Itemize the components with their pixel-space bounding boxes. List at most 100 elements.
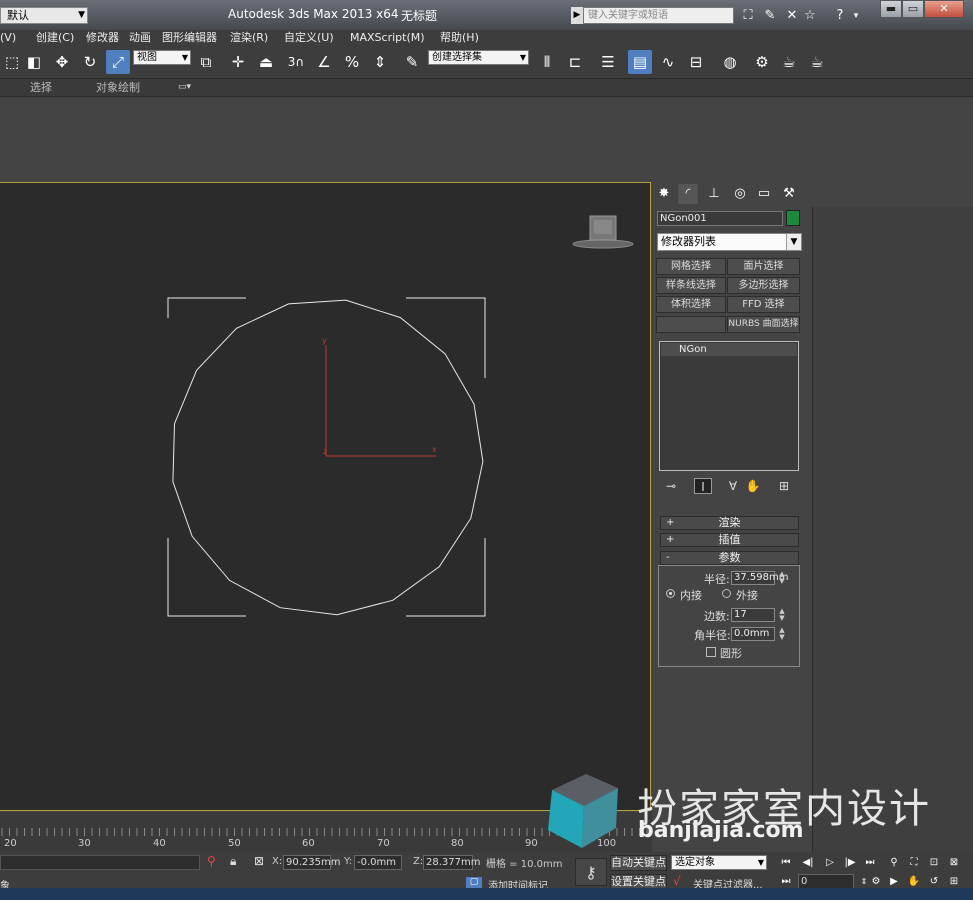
modify-tab-icon[interactable]: ◜ <box>678 184 698 204</box>
key-icon[interactable]: ⚷ <box>575 858 607 886</box>
nurbs-surface-select-button[interactable]: NURBS 曲面选择 <box>727 316 800 333</box>
binoculars-icon[interactable]: ⛶ <box>740 8 756 24</box>
scale-icon[interactable]: ⤢ <box>106 50 130 74</box>
rollout-interpolation[interactable]: + 插值 <box>660 533 799 547</box>
help-dropdown-icon[interactable]: ▾ <box>848 8 864 24</box>
search-expand-icon[interactable]: ▶ <box>571 7 583 24</box>
pin-icon[interactable]: ⚲ <box>207 854 216 868</box>
menu-item-help[interactable]: 帮助(H) <box>440 30 479 46</box>
zoom-all-icon[interactable]: ⛶ <box>906 855 922 871</box>
layer-manager-icon[interactable]: ☰ <box>596 50 620 74</box>
ffd-select-button[interactable]: FFD 选择 <box>727 296 800 313</box>
lock-icon[interactable]: 🔒︎ <box>230 854 236 869</box>
curve-editor-icon[interactable]: ∿ <box>656 50 680 74</box>
spinner-snap-icon[interactable]: ⇕ <box>368 50 392 74</box>
menu-item-animation[interactable]: 动画 <box>129 30 151 46</box>
sides-field[interactable]: 17 <box>731 608 775 622</box>
menu-item-customize[interactable]: 自定义(U) <box>284 30 334 46</box>
graphite-toggle-icon[interactable]: ▤ <box>628 50 652 74</box>
patch-select-button[interactable]: 面片选择 <box>727 258 800 275</box>
keyboard-shortcut-icon[interactable]: ⏏ <box>254 50 278 74</box>
circumscribed-radio[interactable] <box>722 589 731 598</box>
rotate-icon[interactable]: ↻ <box>78 50 102 74</box>
go-to-end-icon[interactable]: ⏭ <box>862 855 878 871</box>
rollout-rendering[interactable]: + 渲染 <box>660 516 799 530</box>
mesh-select-button[interactable]: 网格选择 <box>656 258 726 275</box>
spline-select-button[interactable]: 样条线选择 <box>656 277 726 294</box>
mirror-icon[interactable]: ⫴ <box>535 50 559 74</box>
named-selection-set-select[interactable]: 创建选择集 ▼ <box>428 50 529 65</box>
y-coordinate-field[interactable]: -0.0mm <box>354 855 402 870</box>
edit-named-selection-icon[interactable]: ✎ <box>400 50 424 74</box>
remove-modifier-icon[interactable]: ✋ <box>744 478 762 494</box>
previous-frame-icon[interactable]: ◀| <box>800 855 816 871</box>
configure-modifier-sets-icon[interactable]: ⊞ <box>775 478 793 494</box>
search-input[interactable]: 键入关键字或短语 <box>583 7 734 24</box>
restore-button[interactable]: ▭ <box>902 0 924 18</box>
ribbon-toggle-icon[interactable]: ▭▾ <box>178 82 196 92</box>
menu-item-create[interactable]: 创建(C) <box>36 30 74 46</box>
empty-modifier-button[interactable] <box>656 316 726 333</box>
poly-select-button[interactable]: 多边形选择 <box>727 277 800 294</box>
render-setup-icon[interactable]: ⚙ <box>750 50 774 74</box>
close-button[interactable]: ✕ <box>924 0 964 18</box>
sides-spinner[interactable]: ▲ ▼ <box>777 608 787 622</box>
vol-select-button[interactable]: 体积选择 <box>656 296 726 313</box>
next-frame-icon[interactable]: |▶ <box>842 855 858 871</box>
workspace-select[interactable]: 默认 ▼ <box>0 7 88 24</box>
align-icon[interactable]: ⊏ <box>563 50 587 74</box>
minimize-button[interactable]: ▬ <box>880 0 902 18</box>
zoom-icon[interactable]: ⚲ <box>886 855 902 871</box>
inscribed-radio[interactable] <box>666 589 675 598</box>
modifier-stack[interactable] <box>659 341 799 471</box>
schematic-view-icon[interactable]: ⊟ <box>684 50 708 74</box>
percent-snap-icon[interactable]: % <box>340 50 364 74</box>
wrench-icon[interactable]: ✎ <box>762 8 778 24</box>
show-end-result-icon[interactable]: I <box>694 478 712 494</box>
menu-item-view[interactable]: (V) <box>0 30 16 46</box>
hierarchy-tab-icon[interactable]: ⊥ <box>704 184 724 204</box>
pivot-center-icon[interactable]: ⧉ <box>194 50 218 74</box>
move-icon[interactable]: ✥ <box>50 50 74 74</box>
snaps-toggle-icon[interactable]: 3∩ <box>284 50 308 74</box>
play-icon[interactable]: ▷ <box>822 855 838 871</box>
angle-snap-icon[interactable]: ∠ <box>312 50 336 74</box>
absolute-mode-icon[interactable]: ⊠ <box>254 854 264 868</box>
x-coordinate-field[interactable]: 90.235mm <box>283 855 340 870</box>
maxscript-listener-field[interactable] <box>0 855 200 870</box>
key-mode-select[interactable]: 选定对象 ▼ <box>671 855 767 870</box>
select-region-icon[interactable]: ⬚ <box>0 50 24 74</box>
display-tab-icon[interactable]: ▭ <box>754 184 774 204</box>
ribbon-tab-object-paint[interactable]: 对象绘制 <box>96 79 140 96</box>
pin-stack-icon[interactable]: ⊸ <box>662 478 680 494</box>
create-tab-icon[interactable]: ✸ <box>654 184 674 204</box>
reference-coordinate-select[interactable]: 视图 ▼ <box>133 50 191 65</box>
zoom-extents-icon[interactable]: ⊡ <box>926 855 942 871</box>
radius-spinner[interactable]: ▲ ▼ <box>777 571 787 585</box>
star-icon[interactable]: ☆ <box>802 8 818 24</box>
zoom-extents-all-icon[interactable]: ⊠ <box>946 855 962 871</box>
auto-key-button[interactable]: 自动关键点 <box>610 855 667 871</box>
radius-field[interactable]: 37.598mm <box>731 571 788 585</box>
rendered-frame-icon[interactable]: ☕ <box>777 50 801 74</box>
object-name-field[interactable]: NGon001 <box>657 211 783 226</box>
menu-item-maxscript[interactable]: MAXScript(M) <box>350 30 425 46</box>
circular-checkbox[interactable] <box>706 647 716 657</box>
modifier-list-select[interactable]: 修改器列表 ▼ <box>657 233 802 251</box>
menu-item-modifiers[interactable]: 修改器 <box>86 30 119 46</box>
corner-radius-spinner[interactable]: ▲ ▼ <box>777 627 787 641</box>
object-color-swatch[interactable] <box>786 210 800 226</box>
select-manipulate-icon[interactable]: ✛ <box>226 50 250 74</box>
menu-item-graph-editors[interactable]: 图形编辑器 <box>162 30 217 46</box>
exchange-icon[interactable]: ✕ <box>784 8 800 24</box>
current-frame-field[interactable]: 0 <box>798 874 854 889</box>
corner-radius-field[interactable]: 0.0mm <box>731 627 775 641</box>
utilities-tab-icon[interactable]: ⚒ <box>779 184 799 204</box>
motion-tab-icon[interactable]: ◎ <box>730 184 750 204</box>
render-production-icon[interactable]: ☕ <box>805 50 829 74</box>
stack-item-ngon[interactable]: NGon <box>661 343 797 356</box>
make-unique-icon[interactable]: ∀ <box>724 478 742 494</box>
go-to-start-icon[interactable]: ⏮ <box>778 855 794 871</box>
rollout-parameters[interactable]: - 参数 <box>660 551 799 565</box>
material-editor-icon[interactable]: ◍ <box>718 50 742 74</box>
